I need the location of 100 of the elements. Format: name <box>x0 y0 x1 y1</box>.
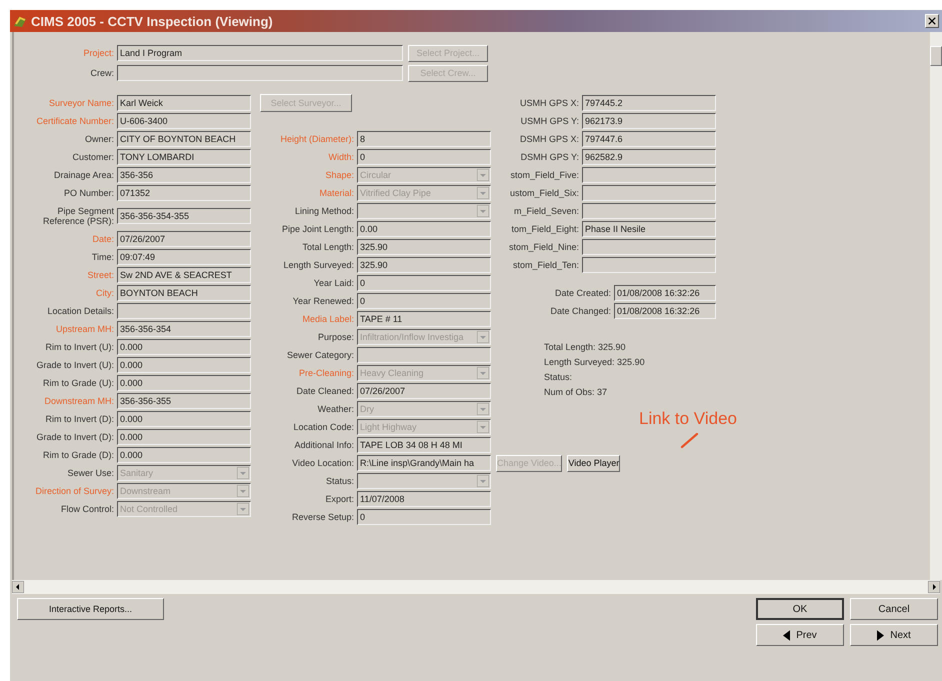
caret-icon <box>477 475 489 487</box>
input-field[interactable] <box>582 203 716 219</box>
field-label: Grade to Invert (U): <box>35 360 114 370</box>
caret-icon <box>477 187 489 199</box>
input-field[interactable]: 0 <box>357 149 491 165</box>
field-label: Width: <box>327 152 354 162</box>
left-triangle-icon <box>783 630 790 640</box>
input-field[interactable]: TONY LOMBARDI <box>117 149 251 165</box>
field-label: Owner: <box>84 134 114 144</box>
input-field[interactable] <box>582 257 716 273</box>
input-field[interactable]: 0.000 <box>117 411 251 427</box>
input-field[interactable]: BOYNTON BEACH <box>117 285 251 301</box>
field-label: Year Renewed: <box>292 296 354 306</box>
caret-icon <box>237 467 249 479</box>
input-field[interactable]: CITY OF BOYNTON BEACH <box>117 131 251 147</box>
input-field[interactable]: Sw 2ND AVE & SEACREST <box>117 267 251 283</box>
field-label: Video Location: <box>291 458 354 468</box>
field-label: USMH GPS X: <box>518 98 579 108</box>
summary-text: Num of Obs: 37 <box>544 386 608 399</box>
dialog-button[interactable]: Next <box>850 624 938 646</box>
field-label: Shape: <box>324 170 354 180</box>
input-field[interactable]: 797447.6 <box>582 131 716 147</box>
field-label: Pre-Cleaning: <box>298 368 354 378</box>
input-field[interactable]: 356-356-354-355 <box>117 208 251 224</box>
input-field[interactable]: 325.90 <box>357 239 491 255</box>
input-field[interactable]: 071352 <box>117 185 251 201</box>
summary-text: Length Surveyed: 325.90 <box>544 356 646 369</box>
field-label: USMH GPS Y: <box>520 116 579 126</box>
window-title: CIMS 2005 - CCTV Inspection (Viewing) <box>31 14 274 28</box>
dialog-button[interactable]: OK <box>756 598 844 620</box>
input-field[interactable] <box>357 347 491 363</box>
input-field[interactable]: Phase II Nesile <box>582 221 716 237</box>
input-field[interactable]: 0.000 <box>117 375 251 391</box>
input-field[interactable]: 356-356 <box>117 167 251 183</box>
field-label: Pipe Segment Reference (PSR): <box>42 206 114 226</box>
close-button[interactable] <box>925 14 939 28</box>
input-field[interactable]: 07/26/2007 <box>357 383 491 399</box>
field-label: Export: <box>324 494 354 504</box>
field-label: Date Cleaned: <box>295 386 354 396</box>
input-field[interactable]: 0.000 <box>117 339 251 355</box>
annotation-text: Link to Video <box>639 409 737 429</box>
input-field[interactable] <box>582 185 716 201</box>
vertical-scrollbar[interactable] <box>930 32 942 580</box>
input-field[interactable]: 0 <box>357 293 491 309</box>
input-field[interactable] <box>582 239 716 255</box>
input-field[interactable]: 07/26/2007 <box>117 231 251 247</box>
field-label: Height (Diameter): <box>279 134 354 144</box>
video-button[interactable]: Video Player <box>567 454 620 472</box>
input-field[interactable] <box>582 167 716 183</box>
input-field[interactable]: 0.000 <box>117 357 251 373</box>
field-label: City: <box>95 288 114 298</box>
input-field[interactable]: 325.90 <box>357 257 491 273</box>
input-field[interactable]: 01/08/2008 16:32:26 <box>614 285 716 301</box>
input-field[interactable]: 0 <box>357 275 491 291</box>
input-field[interactable]: U-606-3400 <box>117 113 251 129</box>
summary-text: Total Length: 325.90 <box>544 341 627 354</box>
field-label: PO Number: <box>62 188 114 198</box>
input-field[interactable]: TAPE LOB 34 08 H 48 MI <box>357 437 491 453</box>
input-field[interactable]: 0 <box>357 509 491 525</box>
field-label: Location Code: <box>292 422 354 432</box>
input-field[interactable]: 0.000 <box>117 429 251 445</box>
caret-icon <box>477 205 489 217</box>
interactive-reports-button[interactable]: Interactive Reports... <box>17 598 164 620</box>
field-label: Upstream MH: <box>54 324 114 334</box>
input-field[interactable]: TAPE # 11 <box>357 311 491 327</box>
dialog-button[interactable]: Prev <box>756 624 844 646</box>
input-field[interactable]: 797445.2 <box>582 95 716 111</box>
field-label: Location Details: <box>46 306 114 316</box>
caret-icon <box>477 403 489 415</box>
input-field[interactable] <box>117 65 403 81</box>
dialog-button[interactable]: Cancel <box>850 598 938 620</box>
field-label: Crew: <box>89 68 114 78</box>
field-label: Rim to Grade (U): <box>42 378 114 388</box>
field-label: Project: <box>82 48 114 58</box>
input-field[interactable]: 11/07/2008 <box>357 491 491 507</box>
input-field[interactable]: 8 <box>357 131 491 147</box>
input-field[interactable]: 01/08/2008 16:32:26 <box>614 303 716 319</box>
input-field[interactable]: 962582.9 <box>582 149 716 165</box>
input-field[interactable]: 09:07:49 <box>117 249 251 265</box>
field-label: stom_Field_Nine: <box>509 242 579 252</box>
field-label: Date Created: <box>554 288 611 298</box>
field-label: Surveyor Name: <box>48 98 114 108</box>
field-label: Media Label: <box>301 314 354 324</box>
input-field[interactable]: R:\Line insp\Grandy\Main ha <box>357 455 491 471</box>
input-field[interactable]: 962173.9 <box>582 113 716 129</box>
input-field[interactable]: 356-356-354 <box>117 321 251 337</box>
field-label: Sewer Use: <box>66 468 114 478</box>
input-field[interactable]: 356-356-355 <box>117 393 251 409</box>
input-field[interactable] <box>117 303 251 319</box>
input-field[interactable]: Land I Program <box>117 45 403 61</box>
input-field[interactable]: 0.00 <box>357 221 491 237</box>
field-label: Reverse Setup: <box>290 512 354 522</box>
field-label: stom_Field_Five: <box>509 170 579 180</box>
input-field[interactable]: Karl Weick <box>117 95 251 111</box>
horizontal-scrollbar[interactable] <box>12 580 940 594</box>
field-label: Material: <box>318 188 354 198</box>
field-label: Weather: <box>316 404 354 414</box>
input-field[interactable]: 0.000 <box>117 447 251 463</box>
field-label: Sewer Category: <box>286 350 354 360</box>
field-label: Pipe Joint Length: <box>280 224 354 234</box>
